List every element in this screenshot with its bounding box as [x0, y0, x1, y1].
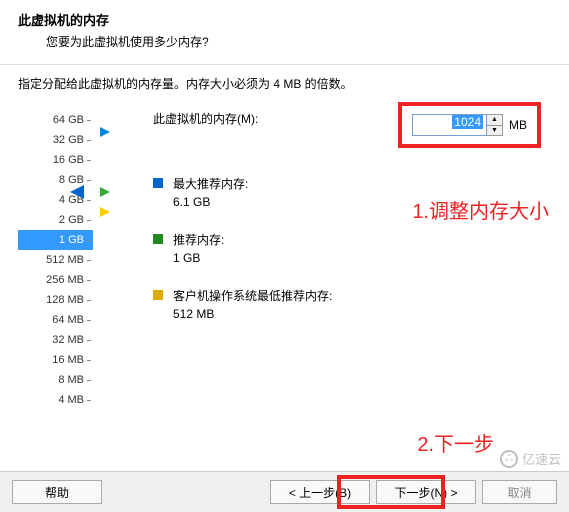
watermark-icon: ஃ [500, 450, 518, 468]
spinner-up-icon[interactable]: ▲ [487, 115, 502, 126]
tick-8MB[interactable]: 8 MB [18, 370, 93, 390]
memory-input[interactable]: 1024 [412, 114, 487, 136]
tick-16MB[interactable]: 16 MB [18, 350, 93, 370]
wizard-footer: 帮助 < 上一步(B) 下一步(N) > 取消 [0, 471, 569, 512]
slider-handle-icon[interactable] [70, 185, 84, 199]
back-button[interactable]: < 上一步(B) [270, 480, 370, 504]
wizard-header: 此虚拟机的内存 您要为此虚拟机使用多少内存? [0, 0, 569, 64]
memory-slider[interactable]: 64 GB32 GB16 GB8 GB4 GB2 GB1 GB512 MB256… [18, 110, 93, 410]
tick-32GB[interactable]: 32 GB [18, 130, 93, 150]
tick-4MB[interactable]: 4 MB [18, 390, 93, 410]
tick-32MB[interactable]: 32 MB [18, 330, 93, 350]
square-yellow-icon [153, 290, 163, 300]
spinner-down-icon[interactable]: ▼ [487, 126, 502, 136]
settings-column: 此虚拟机的内存(M): 1024 ▲ ▼ MB 最大推荐内存: 6.1 GB [93, 110, 551, 410]
content-area: 指定分配给此虚拟机的内存量。内存大小必须为 4 MB 的倍数。 64 GB32 … [0, 65, 569, 445]
tick-16GB[interactable]: 16 GB [18, 150, 93, 170]
memory-label: 此虚拟机的内存(M): [153, 110, 258, 127]
min-recommend: 客户机操作系统最低推荐内存: 512 MB [173, 287, 332, 323]
memory-input-group: 1024 ▲ ▼ MB [398, 102, 541, 148]
square-green-icon [153, 234, 163, 244]
max-recommend: 最大推荐内存: 6.1 GB [173, 175, 248, 211]
tick-2GB[interactable]: 2 GB [18, 210, 93, 230]
page-subtitle: 您要为此虚拟机使用多少内存? [46, 33, 551, 50]
annotation-1: 1.调整内存大小 [412, 195, 549, 224]
annotation-2: 2.下一步 [417, 428, 494, 457]
recommend: 推荐内存: 1 GB [173, 231, 224, 267]
tick-256MB[interactable]: 256 MB [18, 270, 93, 290]
instruction-text: 指定分配给此虚拟机的内存量。内存大小必须为 4 MB 的倍数。 [18, 75, 551, 92]
tick-64MB[interactable]: 64 MB [18, 310, 93, 330]
tick-1GB[interactable]: 1 GB [18, 230, 93, 250]
square-blue-icon [153, 178, 163, 188]
watermark: ஃ 亿速云 [500, 449, 561, 468]
tick-128MB[interactable]: 128 MB [18, 290, 93, 310]
page-title: 此虚拟机的内存 [18, 10, 551, 29]
cancel-button[interactable]: 取消 [482, 480, 557, 504]
memory-unit: MB [509, 118, 527, 132]
help-button[interactable]: 帮助 [12, 480, 102, 504]
tick-64GB[interactable]: 64 GB [18, 110, 93, 130]
tick-512MB[interactable]: 512 MB [18, 250, 93, 270]
next-button[interactable]: 下一步(N) > [376, 480, 476, 504]
memory-spinner: ▲ ▼ [487, 114, 503, 136]
